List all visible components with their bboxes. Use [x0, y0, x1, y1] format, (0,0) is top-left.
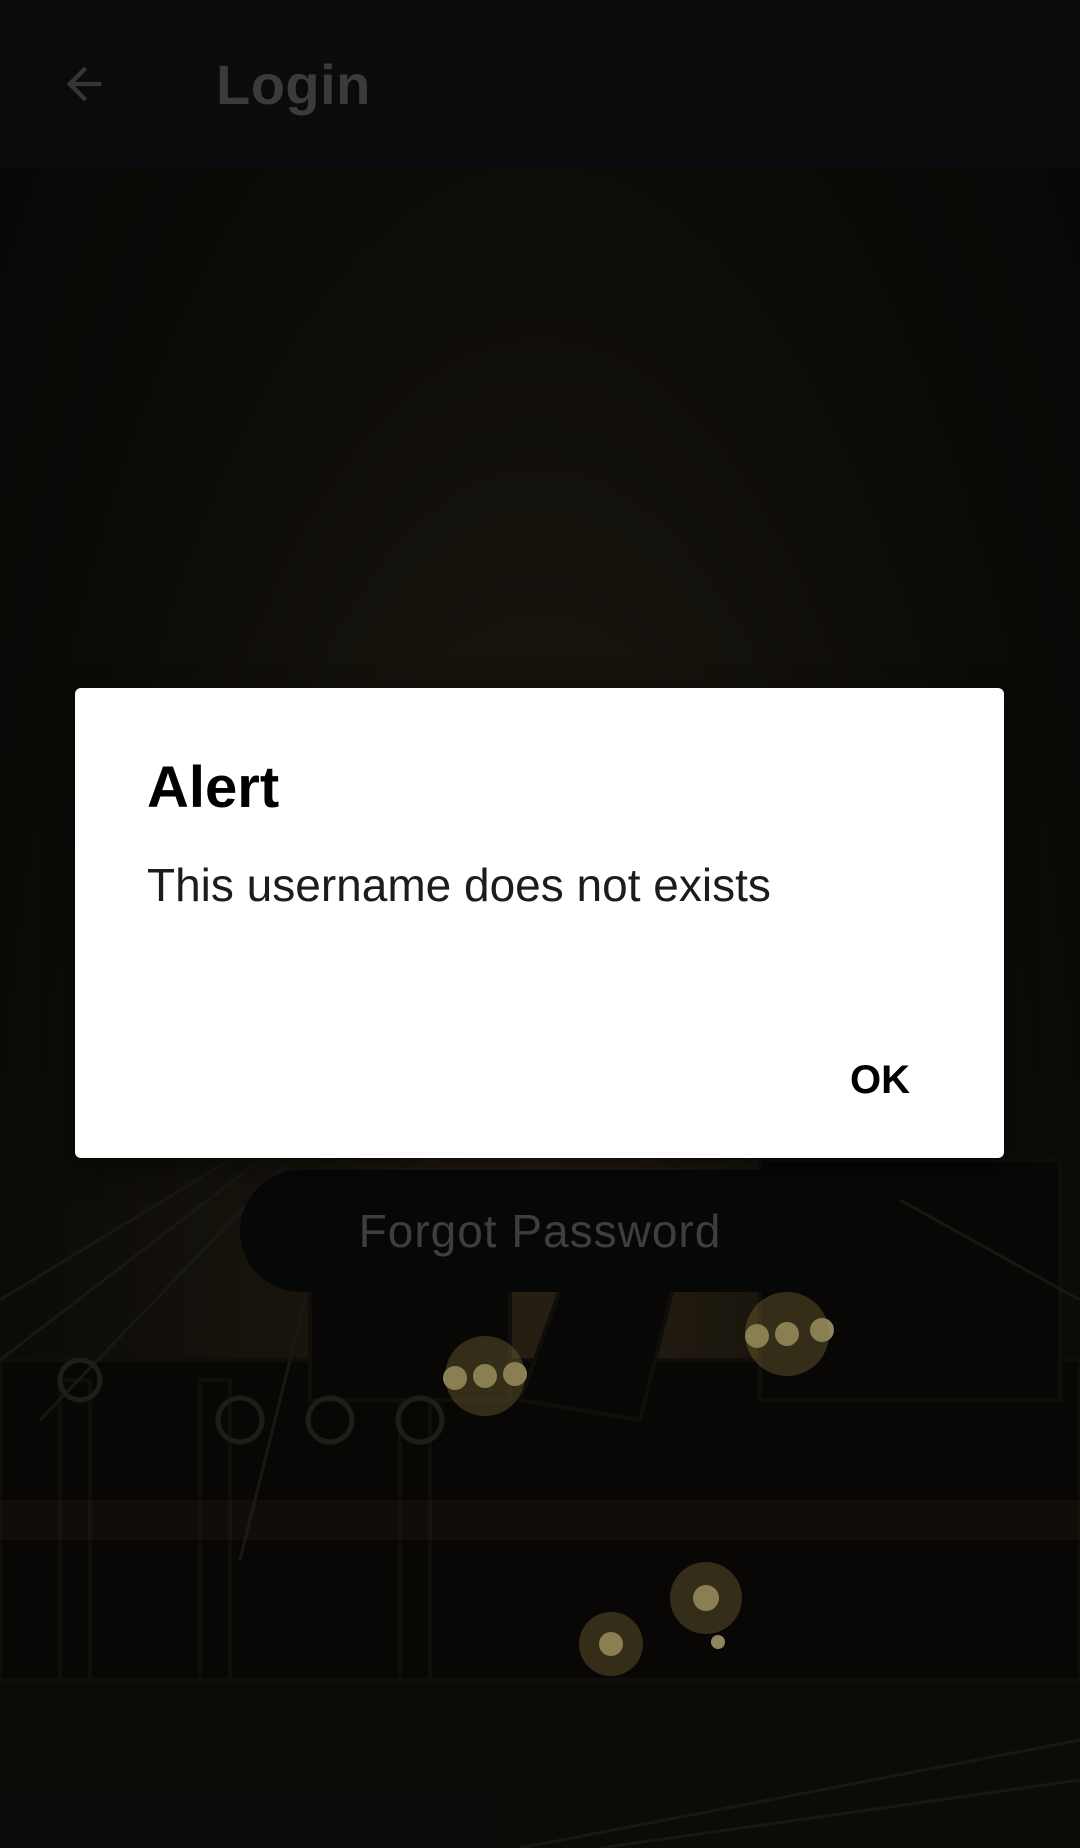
login-screen: Login Forgot Password Alert This usernam…	[0, 0, 1080, 1848]
dialog-message: This username does not exists	[147, 859, 771, 911]
dialog-title: Alert	[147, 755, 280, 820]
ok-button[interactable]: OK	[834, 1046, 926, 1115]
alert-dialog: Alert This username does not exists OK	[75, 688, 1004, 1158]
